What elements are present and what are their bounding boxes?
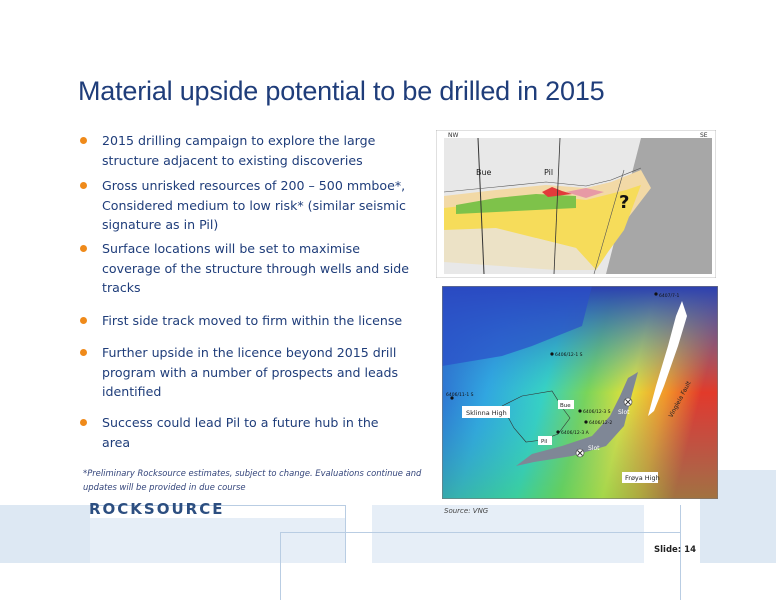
question-mark: ? [619,192,629,213]
se-label: SE [700,132,708,139]
bullet-dot [80,182,87,189]
decor-line-5 [345,505,346,563]
decor-line-3 [280,532,680,533]
slide: Material upside potential to be drilled … [0,0,776,600]
bullet-text: Further upside in the licence beyond 201… [102,345,399,399]
sklinna-high-label: Sklinna High [466,409,507,417]
bullet-dot [80,349,87,356]
well-label-d: 6406/11-1 S [446,392,474,398]
seismic-cross-section: NW SE Bue Pil ? [436,130,716,278]
well-label-f: 6407/7-1 [659,293,679,299]
well-label-e: 6406/12-3 A [561,430,590,436]
slot-marker-2 [575,448,585,458]
bullet-item-4: First side track moved to firm within th… [80,311,410,331]
froya-high-label: Frøya High [625,474,660,482]
bue-label: Bue [476,168,492,177]
bullet-text: Gross unrisked resources of 200 – 500 mm… [102,178,406,232]
bullet-dot [80,419,87,426]
slide-number: Slide: 14 [654,545,696,555]
bullet-item-6: Success could lead Pil to a future hub i… [80,413,410,452]
pil-map-label: Pil [541,439,548,445]
bullet-item-1: 2015 drilling campaign to explore the la… [80,131,410,170]
decor-line-2 [280,532,281,600]
footnote: *Preliminary Rocksource estimates, subje… [83,468,422,492]
slot-label-2: Slot [588,445,600,452]
well-dot [578,409,582,413]
bullet-dot [80,137,87,144]
decor-block-mid2 [372,505,644,563]
bullet-dot [80,245,87,252]
well-dot [584,420,588,424]
bullet-item-5: Further upside in the licence beyond 201… [80,343,410,402]
well-label-b: 6406/12-3 S [583,409,611,415]
rocksource-logo: ROCKSOURCE [89,500,225,518]
decor-block-mid [90,518,345,563]
well-dot [654,292,658,296]
pil-label: Pil [544,168,553,177]
well-dot [556,430,560,434]
bullet-item-3: Surface locations will be set to maximis… [80,239,410,298]
source-note: Source: VNG [444,507,489,515]
slot-marker-1 [623,397,633,407]
decor-block-left [0,505,90,563]
bue-map-label: Bue [560,403,571,409]
depth-map: Sklinna High Frøya High Bue Pil Slot Slo… [442,286,718,499]
bullet-text: 2015 drilling campaign to explore the la… [102,133,376,168]
bullet-item-2: Gross unrisked resources of 200 – 500 mm… [80,176,410,235]
slide-title: Material upside potential to be drilled … [78,76,605,106]
bullet-dot [80,317,87,324]
well-label-c: 6406/12-2 [589,420,612,426]
well-dot [550,352,554,356]
bullet-text: Surface locations will be set to maximis… [102,241,410,295]
bullet-text: First side track moved to firm within th… [102,313,403,328]
well-label-a: 6406/12-1 S [555,352,583,358]
nw-label: NW [448,132,458,139]
bullet-text: Success could lead Pil to a future hub i… [102,415,379,450]
slot-label-1: Slot [618,409,630,416]
